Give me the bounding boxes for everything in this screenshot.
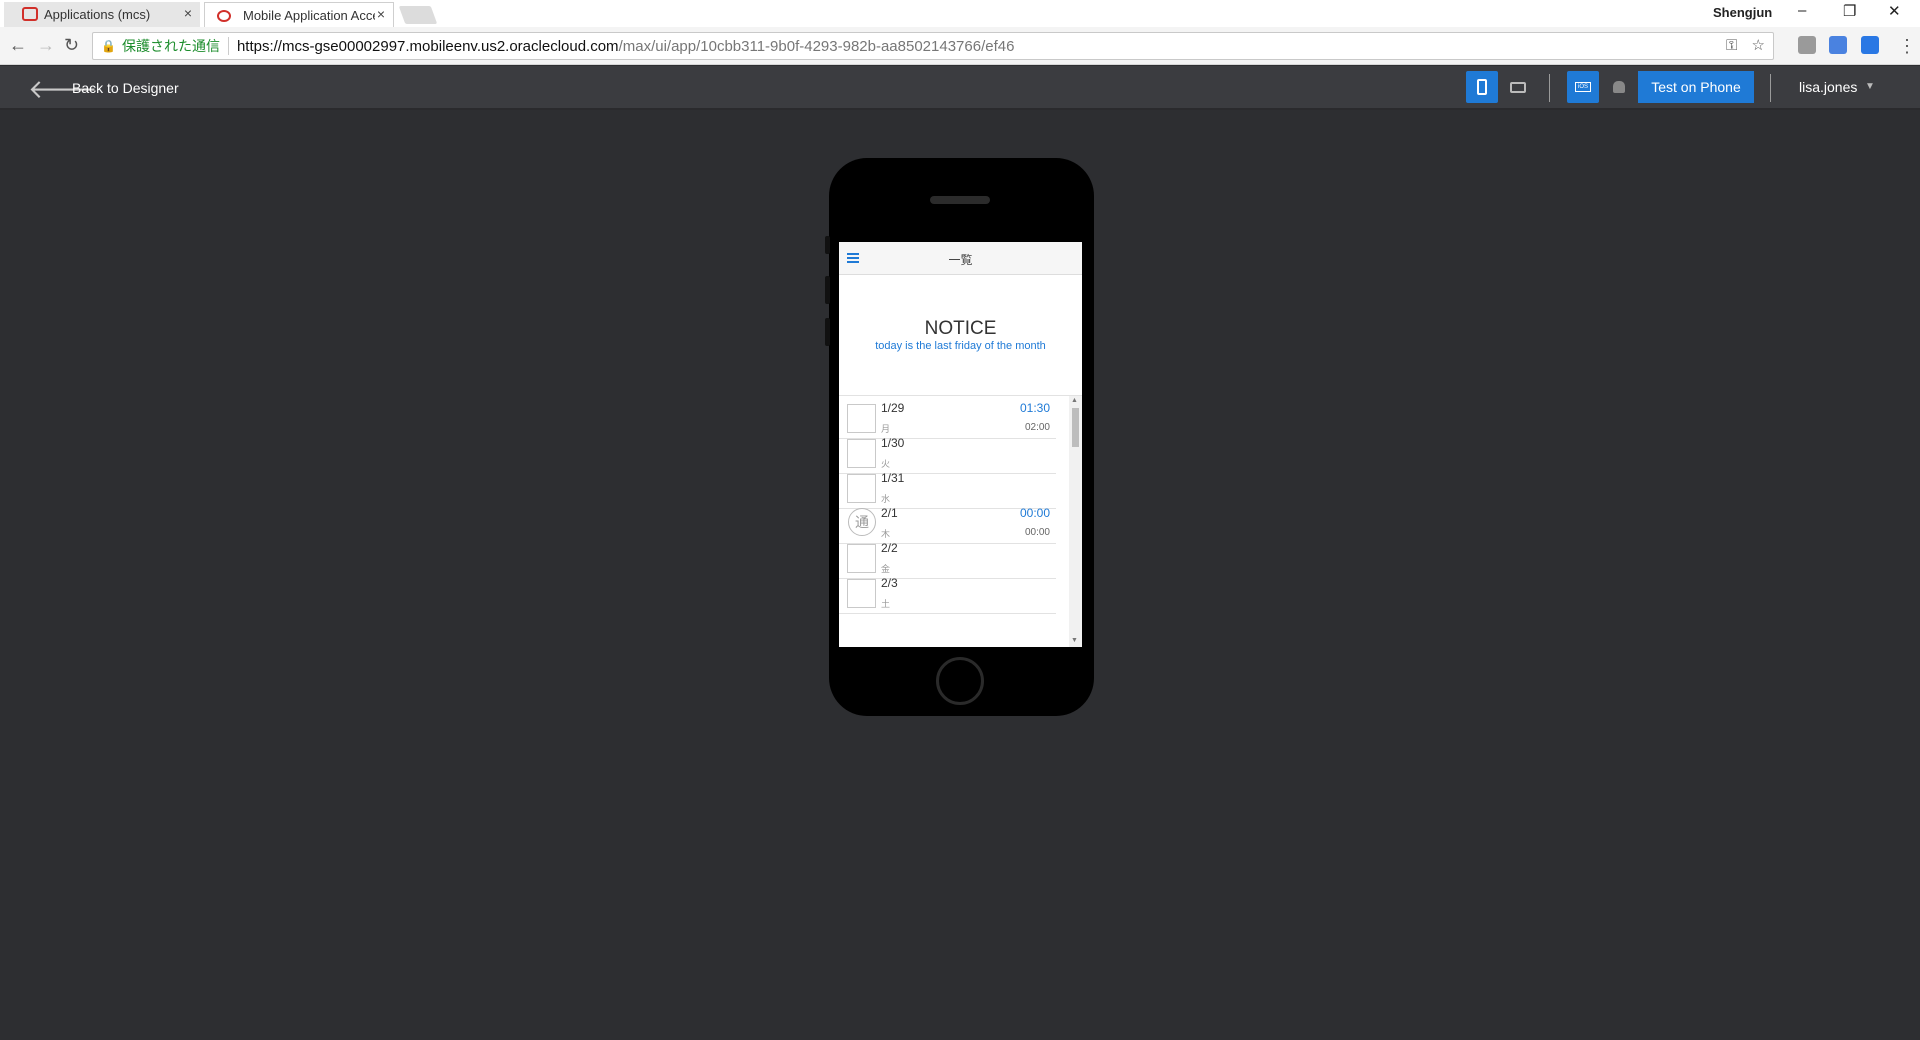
- extension-icon[interactable]: [1861, 36, 1879, 54]
- tab-applications[interactable]: Applications (mcs) ×: [4, 2, 200, 27]
- minimize-icon[interactable]: –: [1798, 2, 1806, 19]
- restore-icon[interactable]: ❐: [1843, 2, 1856, 20]
- checkbox[interactable]: [847, 404, 876, 433]
- ios-platform-button[interactable]: iOS: [1567, 71, 1599, 103]
- extension-icon[interactable]: [1798, 36, 1816, 54]
- row-start-time: 00:00: [1019, 506, 1050, 520]
- android-platform-button[interactable]: [1603, 71, 1635, 103]
- translate-extension-icon[interactable]: [1829, 36, 1847, 54]
- tablet-preview-button[interactable]: [1502, 71, 1534, 103]
- checkbox[interactable]: [847, 544, 876, 573]
- list-scrollbar[interactable]: ▲ ▼: [1069, 396, 1082, 647]
- row-weekday: 土: [881, 599, 891, 609]
- lock-icon: 🔒: [101, 39, 116, 53]
- new-tab-button[interactable]: [398, 6, 438, 24]
- row-start-time: 01:30: [1019, 401, 1050, 415]
- omnibox-divider: [227, 37, 229, 55]
- phone-home-button[interactable]: [936, 657, 984, 705]
- phone-side-button: [825, 276, 830, 304]
- profile-name[interactable]: Shengjun: [1713, 5, 1772, 20]
- omnibox-actions: ⚿ ☆: [1726, 36, 1765, 54]
- toolbar-divider: [1770, 74, 1771, 102]
- row-date: 2/3: [881, 576, 898, 590]
- phone-frame: 一覧 NOTICE today is the last friday of th…: [825, 158, 1094, 716]
- row-date: 1/29: [881, 401, 905, 415]
- phone-side-button: [825, 236, 830, 254]
- url-path: /max/ui/app/10cbb311-9b0f-4293-982b-aa85…: [618, 37, 1015, 55]
- ios-icon: iOS: [1575, 82, 1591, 92]
- scroll-up-icon[interactable]: ▲: [1071, 397, 1078, 404]
- phone-side-button: [825, 318, 830, 346]
- tab-close-icon[interactable]: ×: [377, 6, 385, 22]
- list-item[interactable]: 2/3 土: [839, 571, 1056, 614]
- phone-speaker: [930, 196, 990, 204]
- commute-badge: 通: [848, 508, 876, 536]
- oracle-tab-icon: [22, 7, 38, 21]
- checkbox[interactable]: [847, 439, 876, 468]
- app-toolbar: 🡐 Back to Designer iOS Test on Phone lis…: [0, 66, 1920, 110]
- security-label: 保護された通信: [121, 38, 220, 54]
- toolbar-divider: [1549, 74, 1550, 102]
- url-input[interactable]: 🔒 保護された通信 https://mcs-gse00002997.mobile…: [92, 32, 1774, 60]
- checkbox[interactable]: [847, 579, 876, 608]
- browser-tab-bar: Applications (mcs) × Mobile Application …: [0, 0, 1920, 27]
- row-date: 1/30: [881, 436, 905, 450]
- key-icon[interactable]: ⚿: [1726, 37, 1737, 54]
- row-date: 2/1: [881, 506, 898, 520]
- cloud-tab-icon: [217, 10, 231, 22]
- scroll-down-icon[interactable]: ▼: [1071, 637, 1078, 644]
- back-icon[interactable]: ←: [9, 35, 27, 56]
- reload-icon[interactable]: ↻: [64, 35, 79, 56]
- phone-preview-button[interactable]: [1466, 71, 1498, 103]
- address-bar-row: ← → ↻ 🔒 保護された通信 https://mcs-gse00002997.…: [0, 27, 1920, 65]
- android-icon: [1613, 81, 1625, 93]
- scroll-thumb[interactable]: [1072, 408, 1079, 447]
- screen-header: 一覧: [839, 242, 1082, 275]
- test-on-phone-button[interactable]: Test on Phone: [1638, 71, 1754, 103]
- row-date: 1/31: [881, 471, 905, 485]
- tab-title: Applications (mcs): [44, 7, 151, 22]
- tab-close-icon[interactable]: ×: [184, 5, 192, 21]
- notice-title: NOTICE: [924, 318, 997, 339]
- schedule-list: 1/29 月 01:30 02:00 1/30 火 1/31 水 通 2/1 木…: [839, 395, 1082, 647]
- bookmark-star-icon[interactable]: ☆: [1752, 37, 1765, 54]
- tablet-icon: [1510, 81, 1526, 93]
- user-menu[interactable]: lisa.jones: [1799, 79, 1857, 95]
- tab-title: Mobile Application Accelerator: [243, 7, 375, 23]
- browser-menu-icon[interactable]: ⋮: [1898, 36, 1916, 57]
- phone-icon: [1477, 79, 1487, 95]
- back-to-designer-link[interactable]: Back to Designer: [72, 80, 179, 96]
- tab-mobile-application-accelerator[interactable]: Mobile Application Accelerator ×: [204, 2, 394, 27]
- chevron-down-icon[interactable]: ▼: [1865, 81, 1875, 92]
- row-date: 2/2: [881, 541, 898, 555]
- checkbox[interactable]: [847, 474, 876, 503]
- screen-title: 一覧: [948, 253, 973, 267]
- url-host: https://mcs-gse00002997.mobileenv.us2.or…: [236, 37, 619, 55]
- phone-screen: 一覧 NOTICE today is the last friday of th…: [839, 242, 1082, 647]
- notice-subtitle: today is the last friday of the month: [875, 340, 1046, 352]
- forward-icon[interactable]: →: [37, 35, 55, 56]
- close-window-icon[interactable]: ✕: [1888, 2, 1901, 20]
